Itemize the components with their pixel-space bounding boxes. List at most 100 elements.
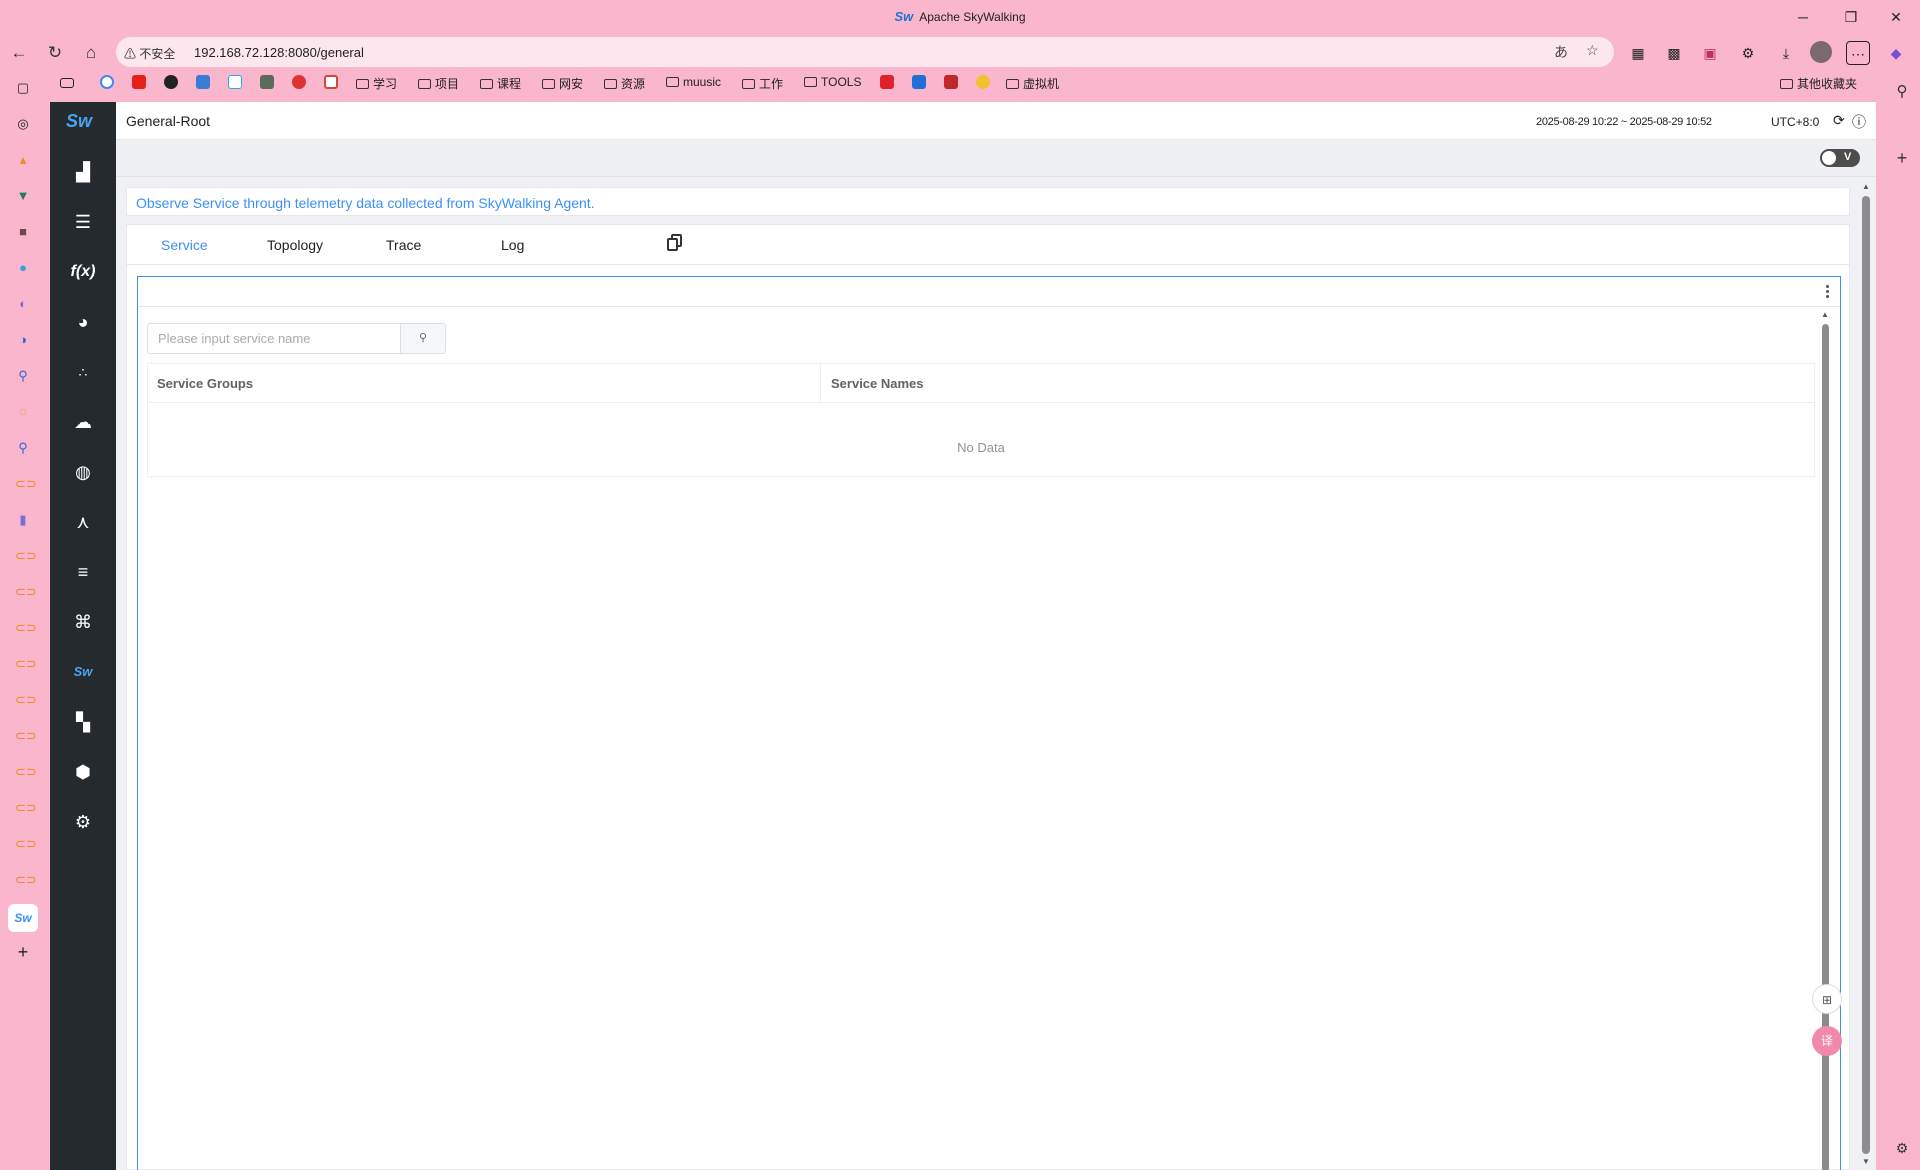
profile-avatar[interactable]	[1810, 41, 1832, 63]
timezone-label[interactable]: UTC+8:0	[1771, 115, 1819, 129]
more-options-icon[interactable]	[1824, 283, 1830, 301]
back-icon[interactable]: ←	[6, 40, 32, 66]
list-icon[interactable]: ≡	[50, 557, 116, 587]
extension-translate-icon[interactable]: ▣	[1698, 41, 1722, 65]
pie-chart-icon[interactable]: ◕	[50, 307, 116, 337]
reload-icon[interactable]: ↻	[42, 40, 68, 66]
tab-favicon[interactable]: ◐	[15, 296, 31, 312]
link-icon[interactable]: ⊂⊃	[15, 800, 37, 816]
active-tab-skywalking[interactable]: Sw	[8, 904, 38, 932]
tab-log[interactable]: Log	[501, 237, 524, 253]
restore-button[interactable]: ❐	[1831, 6, 1871, 28]
tab-favicon[interactable]: ●	[15, 260, 31, 276]
extensions-icon[interactable]: ⚙	[1736, 41, 1760, 65]
favorite-star-icon[interactable]: ☆	[1586, 42, 1599, 59]
network-icon[interactable]: ⌘	[50, 607, 116, 637]
link-icon[interactable]: ⊂⊃	[15, 872, 37, 888]
vue-icon[interactable]: ▼	[15, 188, 31, 204]
bookmark-image-icon[interactable]	[260, 75, 277, 90]
search-input[interactable]	[147, 323, 401, 354]
link-icon[interactable]: ⊂⊃	[15, 692, 37, 708]
search-button[interactable]: ⚲	[400, 323, 446, 354]
tab-trace[interactable]: Trace	[386, 237, 421, 253]
tab-favicon[interactable]: ◎	[15, 116, 31, 132]
refresh-icon[interactable]: ⟳	[1833, 112, 1845, 129]
github-icon[interactable]	[164, 75, 181, 90]
url-text[interactable]: 192.168.72.128:8080/general	[194, 45, 364, 60]
column-header-service-names[interactable]: Service Names	[831, 376, 924, 391]
gmail-icon[interactable]	[324, 75, 341, 90]
search-icon[interactable]: ⚲	[1894, 84, 1910, 100]
bookmark-folder-tools[interactable]: TOOLS	[804, 75, 861, 89]
bookmark-folder-work[interactable]: 工作	[742, 75, 783, 92]
chrome-icon[interactable]	[976, 75, 993, 90]
add-sidebar-app-icon[interactable]: +	[1894, 149, 1910, 167]
bookmark-folder-music[interactable]: muusic	[666, 75, 721, 89]
mesh-icon[interactable]: ⋏	[50, 507, 116, 537]
collections-icon[interactable]: ▦	[1626, 41, 1650, 65]
tab-actions-icon[interactable]: ▢	[15, 80, 31, 96]
scroll-up-icon[interactable]: ▲	[1862, 182, 1870, 191]
google-icon[interactable]	[100, 75, 117, 90]
column-header-service-groups[interactable]: Service Groups	[157, 376, 253, 391]
bookmark-folder-study[interactable]: 学习	[356, 75, 397, 92]
qr-code-icon[interactable]: ▩	[1662, 41, 1686, 65]
scroll-down-icon[interactable]: ▼	[1862, 1157, 1870, 1166]
bookmark-hand-icon[interactable]	[292, 75, 309, 90]
copy-icon[interactable]	[667, 234, 683, 252]
bookmark-red-icon[interactable]	[944, 75, 961, 90]
download-icon[interactable]: ⤓	[1774, 41, 1798, 65]
other-bookmarks[interactable]: 其他收藏夹	[1780, 75, 1857, 92]
tab-favicon[interactable]: ◑	[15, 332, 31, 348]
cloud-icon[interactable]: ☁	[50, 407, 116, 437]
link-icon[interactable]: ⊂⊃	[15, 764, 37, 780]
bilibili-icon[interactable]	[228, 75, 245, 90]
copilot-icon[interactable]: ◆	[1884, 41, 1908, 65]
skywalking-logo[interactable]: Sw	[66, 111, 92, 132]
link-icon[interactable]: ⊂⊃	[15, 584, 37, 600]
alarm-icon[interactable]: ⬢	[50, 757, 116, 787]
sidebar-settings-icon[interactable]: ⚙	[1894, 1140, 1910, 1156]
settings-icon[interactable]: ⚙	[50, 807, 116, 837]
link-icon[interactable]: ⊂⊃	[15, 728, 37, 744]
link-icon[interactable]: ⊂⊃	[15, 476, 37, 492]
link-icon[interactable]: ⊂⊃	[15, 548, 37, 564]
search-icon[interactable]: ⚲	[15, 440, 31, 456]
bookmark-icon-reader[interactable]	[60, 75, 77, 89]
link-icon[interactable]: ⊂⊃	[15, 656, 37, 672]
tab-favicon[interactable]: ▴	[15, 152, 31, 168]
youtube-icon[interactable]	[132, 75, 149, 90]
tab-favicon[interactable]: ■	[15, 224, 31, 240]
bookmark-folder-resources[interactable]: 资源	[604, 75, 645, 92]
chart-icon[interactable]: ▟	[50, 157, 116, 187]
time-range-picker[interactable]: 2025-08-29 10:22 ~ 2025-08-29 10:52	[1536, 116, 1712, 128]
bookmark-folder-courses[interactable]: 课程	[480, 75, 521, 92]
nodes-icon[interactable]: ∴	[50, 357, 116, 387]
address-bar[interactable]: ⚠ 不安全 192.168.72.128:8080/general あ ☆	[116, 37, 1614, 67]
bookmark-folder-projects[interactable]: 项目	[418, 75, 459, 92]
bookmark-folder-vm[interactable]: 虚拟机	[1006, 75, 1059, 92]
scroll-up-icon[interactable]: ▲	[1821, 310, 1829, 319]
qr-scan-icon[interactable]: ⊞	[1812, 984, 1842, 1014]
tab-favicon[interactable]: ▮	[15, 512, 31, 528]
translate-icon[interactable]: あ	[1554, 42, 1568, 62]
tab-topology[interactable]: Topology	[267, 237, 323, 253]
database-icon[interactable]: ☰	[50, 207, 116, 237]
close-window-button[interactable]: ✕	[1876, 6, 1916, 28]
tab-favicon[interactable]: ◌	[15, 404, 31, 420]
new-tab-plus-icon[interactable]: +	[15, 943, 31, 961]
bookmark-h-icon[interactable]	[196, 75, 213, 90]
bookmark-fi-icon[interactable]	[912, 75, 929, 90]
translate-float-icon[interactable]: 译	[1812, 1026, 1842, 1056]
search-icon[interactable]: ⚲	[15, 368, 31, 384]
dashboard-add-icon[interactable]: ▚	[50, 707, 116, 737]
link-icon[interactable]: ⊂⊃	[15, 836, 37, 852]
function-icon[interactable]: f(x)	[50, 257, 116, 287]
security-warning[interactable]: ⚠ 不安全	[124, 45, 175, 62]
skywalking-icon[interactable]: Sw	[50, 657, 116, 687]
globe-icon[interactable]: ◍	[50, 457, 116, 487]
bookmark-m-icon[interactable]	[880, 75, 897, 90]
link-icon[interactable]: ⊂⊃	[15, 620, 37, 636]
home-icon[interactable]: ⌂	[78, 40, 104, 66]
bookmark-folder-security[interactable]: 网安	[542, 75, 583, 92]
